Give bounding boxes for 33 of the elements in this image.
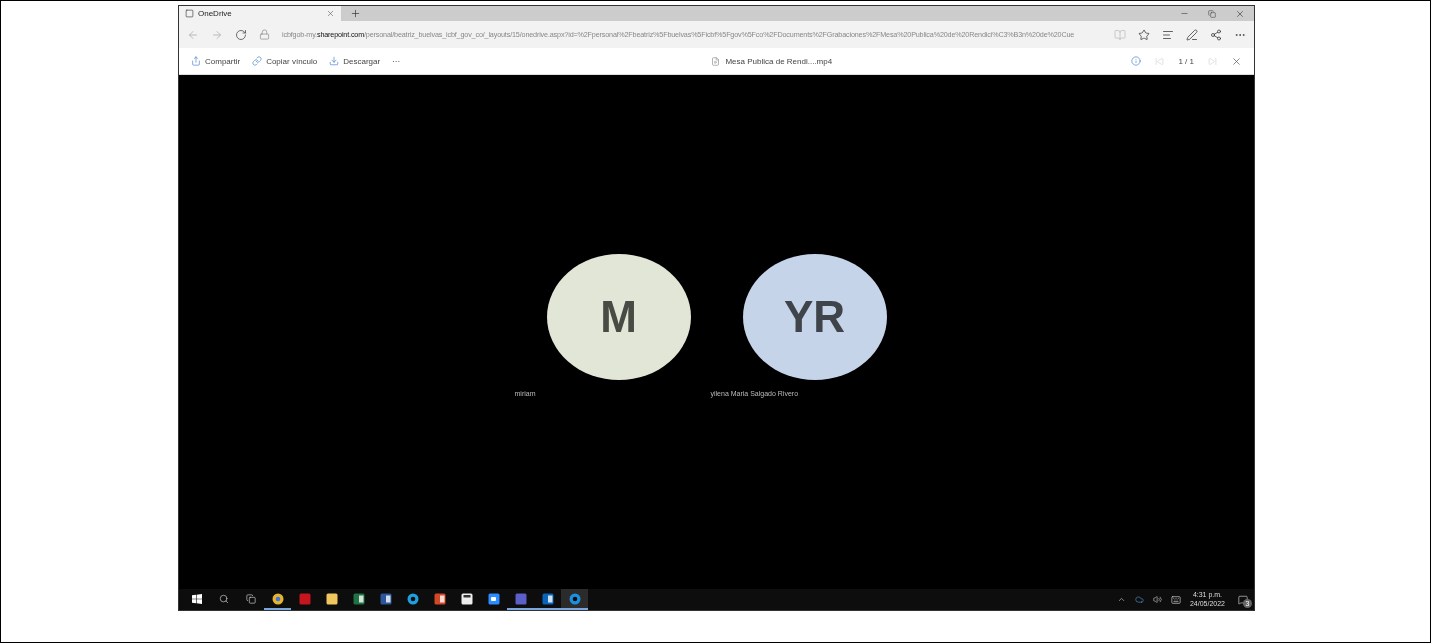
page-counter: 1 / 1 (1178, 56, 1194, 66)
start-icon[interactable] (191, 593, 202, 604)
volume-icon[interactable] (1152, 595, 1162, 604)
cloud-icon[interactable] (1134, 595, 1144, 604)
search-icon[interactable] (218, 593, 229, 604)
file-name: Mesa Publica de Rendi....mp4 (725, 56, 833, 66)
calculator-icon[interactable] (460, 592, 473, 605)
video-file-icon (711, 56, 721, 66)
task-view-icon[interactable] (245, 593, 256, 604)
share-icon[interactable] (1210, 28, 1222, 41)
keyboard-icon[interactable] (1170, 594, 1181, 605)
tab-page-icon (185, 9, 194, 18)
restore-icon[interactable] (1208, 9, 1216, 18)
link-button[interactable]: Copiar vínculo (252, 56, 318, 66)
star-icon[interactable] (1138, 28, 1150, 41)
participant-avatar: M (546, 253, 691, 380)
circle-app-icon[interactable] (271, 592, 284, 605)
new-tab-icon[interactable] (349, 8, 361, 19)
hub-icon[interactable] (1162, 28, 1174, 41)
more-button[interactable]: ··· (392, 56, 401, 66)
close-icon[interactable] (1235, 8, 1245, 19)
share-button[interactable]: Compartir (191, 56, 241, 66)
participant-avatar: YR (742, 253, 887, 380)
download-icon (329, 56, 340, 66)
refresh-icon[interactable] (235, 28, 247, 41)
pen-icon[interactable] (1186, 28, 1198, 41)
link-icon (252, 56, 263, 66)
chevron-up-icon[interactable] (1116, 595, 1126, 604)
browser-tab[interactable]: OneDrive (179, 6, 341, 21)
close-icon[interactable] (326, 9, 335, 18)
share-icon (191, 56, 201, 66)
download-button[interactable]: Descargar (329, 56, 381, 66)
close-icon[interactable] (1231, 55, 1242, 67)
